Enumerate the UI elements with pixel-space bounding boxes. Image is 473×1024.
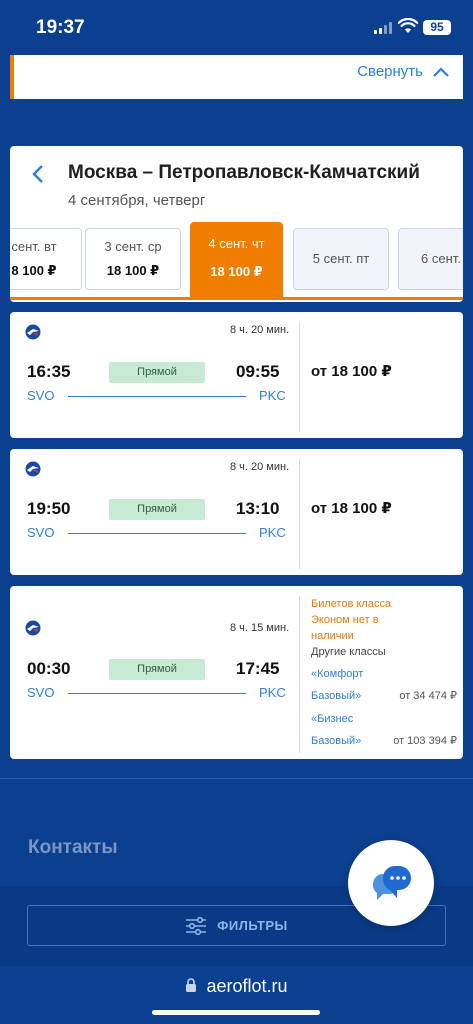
aeroflot-logo-icon: [25, 620, 41, 636]
search-summary-panel: Свернуть: [10, 55, 463, 99]
status-time: 19:37: [36, 17, 85, 38]
arrival-time: 17:45: [236, 659, 280, 678]
arrival-airport: PKC: [259, 685, 286, 700]
route-line: [68, 693, 246, 694]
departure-time: 16:35: [27, 362, 71, 381]
fare-class-name: Базовый»: [311, 735, 362, 747]
date-tab-2-sep[interactable]: сент. вт 8 100 ₽: [10, 228, 82, 290]
arrival-airport: PKC: [259, 525, 286, 540]
date-selector: сент. вт 8 100 ₽ 3 сент. ср 18 100 ₽ 4 с…: [10, 222, 463, 300]
collapse-label: Свернуть: [357, 63, 423, 80]
departure-airport: SVO: [27, 685, 55, 700]
filter-sliders-icon: [186, 916, 207, 935]
date-tab-price: 18 100 ₽: [106, 263, 160, 278]
flight-price: от 18 100 ₽: [311, 363, 392, 380]
date-selector-underline: [10, 297, 463, 300]
fare-classes: Билетов класса Эконом нет в наличии Друг…: [311, 596, 457, 749]
chat-button[interactable]: [348, 840, 434, 926]
fare-class-name: «Комфорт: [311, 668, 364, 680]
arrival-time: 13:10: [236, 499, 280, 518]
fare-class-business[interactable]: «Бизнес Базовый» от 103 394 ₽: [311, 711, 457, 749]
status-bar: 19:37 95: [0, 0, 473, 56]
direct-badge: Прямой: [109, 499, 205, 520]
browser-url-bar[interactable]: aeroflot.ru: [0, 966, 473, 1024]
divider: [299, 322, 300, 432]
fare-class-comfort[interactable]: «Комфорт Базовый» от 34 474 ₽: [311, 666, 457, 704]
battery-icon: 95: [423, 20, 451, 35]
direct-badge: Прямой: [109, 659, 205, 680]
date-tab-day: 5 сент. пт: [312, 251, 370, 266]
departure-time: 19:50: [27, 499, 71, 518]
flight-card[interactable]: 8 ч. 15 мин. 00:30 Прямой 17:45 SVO PKC …: [10, 586, 463, 759]
departure-airport: SVO: [27, 525, 55, 540]
date-tab-day: 4 сент. чт: [208, 236, 265, 251]
aeroflot-logo-icon: [25, 324, 41, 340]
divider: [299, 459, 300, 569]
arrival-airport: PKC: [259, 388, 286, 403]
flight-price: от 18 100 ₽: [311, 500, 392, 517]
date-tab-day: 6 сент. с: [421, 251, 463, 266]
collapse-button[interactable]: Свернуть: [357, 63, 449, 80]
fare-class-price: от 103 394 ₽: [393, 735, 457, 747]
chevron-up-icon: [433, 66, 449, 77]
flight-duration: 8 ч. 20 мин.: [230, 324, 290, 336]
fare-class-name: Базовый»: [311, 690, 362, 702]
date-tab-price: 18 100 ₽: [210, 264, 263, 279]
arrival-time: 09:55: [236, 362, 280, 381]
url-display: aeroflot.ru: [0, 976, 473, 997]
date-tab-5-sep[interactable]: 5 сент. пт: [293, 228, 389, 290]
other-classes-label: Другие классы: [311, 646, 386, 658]
economy-unavailable-notice: Билетов класса Эконом нет в наличии: [311, 598, 392, 642]
date-tab-4-sep[interactable]: 4 сент. чт 18 100 ₽: [190, 222, 283, 300]
back-arrow-icon[interactable]: [28, 162, 48, 186]
route-line: [68, 396, 246, 397]
route-line: [68, 533, 246, 534]
fare-class-name: «Бизнес: [311, 713, 354, 725]
date-tab-day: 3 сент. ср: [104, 239, 162, 254]
departure-airport: SVO: [27, 388, 55, 403]
chat-bubbles-icon: [372, 866, 411, 900]
route-card: Москва – Петропавловск-Камчатский 4 сент…: [10, 146, 463, 302]
route-date: 4 сентября, четверг: [68, 192, 206, 209]
divider: [299, 596, 300, 753]
contacts-heading: Контакты: [28, 837, 118, 858]
flight-duration: 8 ч. 15 мин.: [230, 622, 290, 634]
flight-card[interactable]: 8 ч. 20 мин. 19:50 Прямой 13:10 SVO PKC …: [10, 449, 463, 575]
date-tab-6-sep[interactable]: 6 сент. с: [398, 228, 463, 290]
wifi-icon: [397, 17, 419, 39]
fare-class-price: от 34 474 ₽: [399, 690, 457, 702]
direct-badge: Прямой: [109, 362, 205, 383]
date-tab-day: сент. вт: [11, 239, 57, 254]
aeroflot-logo-icon: [25, 461, 41, 477]
flight-card[interactable]: 8 ч. 20 мин. 16:35 Прямой 09:55 SVO PKC …: [10, 312, 463, 438]
route-title: Москва – Петропавловск-Камчатский: [68, 162, 420, 183]
lock-icon: [186, 978, 197, 992]
flight-duration: 8 ч. 20 мин.: [230, 461, 290, 473]
departure-time: 00:30: [27, 659, 71, 678]
filters-label: ФИЛЬТРЫ: [217, 918, 288, 933]
date-tab-price: 8 100 ₽: [11, 263, 57, 278]
date-tab-3-sep[interactable]: 3 сент. ср 18 100 ₽: [85, 228, 181, 290]
home-indicator: [152, 1010, 320, 1015]
url-text: aeroflot.ru: [206, 976, 288, 996]
signal-icon: [374, 22, 392, 34]
